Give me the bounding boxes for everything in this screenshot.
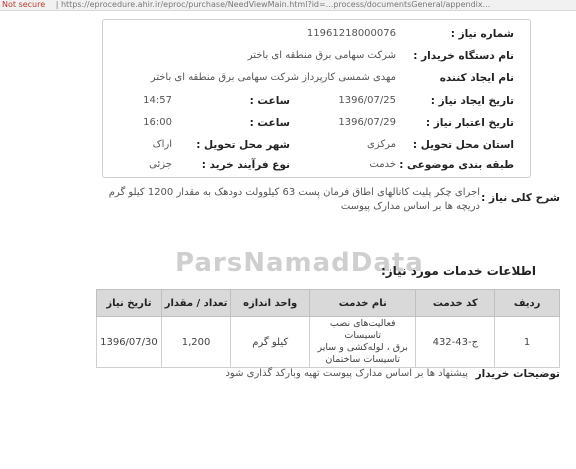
validity-time-value: 16:00 xyxy=(143,117,172,128)
category-value: خدمت xyxy=(369,159,396,170)
process-type-value: جزئی xyxy=(149,159,172,170)
buyer-org-label: نام دستگاه خریدار : xyxy=(413,50,514,62)
header-quantity: تعداد / مقدار xyxy=(160,289,232,317)
delivery-province-value: مرکزی xyxy=(367,139,396,150)
delivery-city-label: شهر محل تحویل : xyxy=(196,139,290,151)
header-service-name: نام خدمت xyxy=(308,289,417,317)
header-row-number: ردیف xyxy=(494,289,560,317)
need-date-value: 1396/07/25 xyxy=(338,95,396,106)
header-need-date: تاریخ نیاز xyxy=(96,289,162,317)
service-name-line-2: برق ، لوله‌کشی و سایر xyxy=(317,342,408,353)
not-secure-label: Not secure xyxy=(2,0,46,9)
summary-line-2: دریچه ها بر اساس مدارک پیوست xyxy=(340,201,480,212)
creator-label: نام ایجاد کننده xyxy=(439,72,514,84)
need-number-value: 11961218000076 xyxy=(306,28,396,39)
cell-service-code: ج-43-432 xyxy=(415,316,496,368)
service-name-line-1: فعالیت‌های نصب تاسیسات xyxy=(329,318,396,341)
url-text[interactable]: | https://eprocedure.ahir.ir/eproc/purch… xyxy=(48,0,491,9)
need-details-page: شماره نیاز : 11961218000076 نام دستگاه خ… xyxy=(0,10,576,469)
header-unit: واحد اندازه xyxy=(230,289,310,317)
services-table-header: ردیف کد خدمت نام خدمت واحد اندازه تعداد … xyxy=(96,289,560,317)
table-row: 1 ج-43-432 فعالیت‌های نصب تاسیسات برق ، … xyxy=(96,316,560,368)
delivery-province-label: استان محل تحویل : xyxy=(412,139,514,151)
need-time-value: 14:57 xyxy=(143,95,172,106)
cell-unit: کیلو گرم xyxy=(230,316,310,368)
cell-need-date: 1396/07/30 xyxy=(96,316,162,368)
watermark-text: ParsNamadData xyxy=(175,248,424,278)
validity-date-label: تاریخ اعتبار نیاز : xyxy=(425,117,514,129)
cell-service-name: فعالیت‌های نصب تاسیسات برق ، لوله‌کشی و … xyxy=(308,316,417,368)
need-date-label: تاریخ ایجاد نیاز : xyxy=(430,95,514,107)
category-label: طبقه بندی موضوعی : xyxy=(399,159,514,171)
service-name-line-3: تاسیسات ساختمان xyxy=(325,354,401,365)
validity-time-label: ساعت : xyxy=(249,117,290,129)
need-time-label: ساعت : xyxy=(249,95,290,107)
cell-quantity: 1,200 xyxy=(160,316,232,368)
need-number-label: شماره نیاز : xyxy=(450,28,514,40)
validity-date-value: 1396/07/29 xyxy=(338,117,396,128)
cell-row-number: 1 xyxy=(494,316,560,368)
header-service-code: کد خدمت xyxy=(415,289,496,317)
summary-label: شرح کلی نیاز : xyxy=(481,192,560,204)
services-section-title: اطلاعات خدمات مورد نیاز: xyxy=(380,264,536,278)
summary-line-1: اجرای چکر پلیت کانالهای اطاق فرمان پست 6… xyxy=(108,187,480,198)
delivery-city-value: اراک xyxy=(152,139,172,150)
services-table: ردیف کد خدمت نام خدمت واحد اندازه تعداد … xyxy=(96,289,560,368)
creator-value: مهدی شمسی کارپرداز شرکت سهامی برق منطقه … xyxy=(150,72,396,83)
process-type-label: نوع فرآیند خرید : xyxy=(201,159,290,171)
buyer-notes-text: پیشنهاد ها بر اساس مدارک پیوست تهیه وبار… xyxy=(225,368,468,379)
buyer-notes-label: توضیحات خریدار xyxy=(475,368,560,380)
buyer-org-value: شرکت سهامی برق منطقه ای باختر xyxy=(247,50,396,61)
